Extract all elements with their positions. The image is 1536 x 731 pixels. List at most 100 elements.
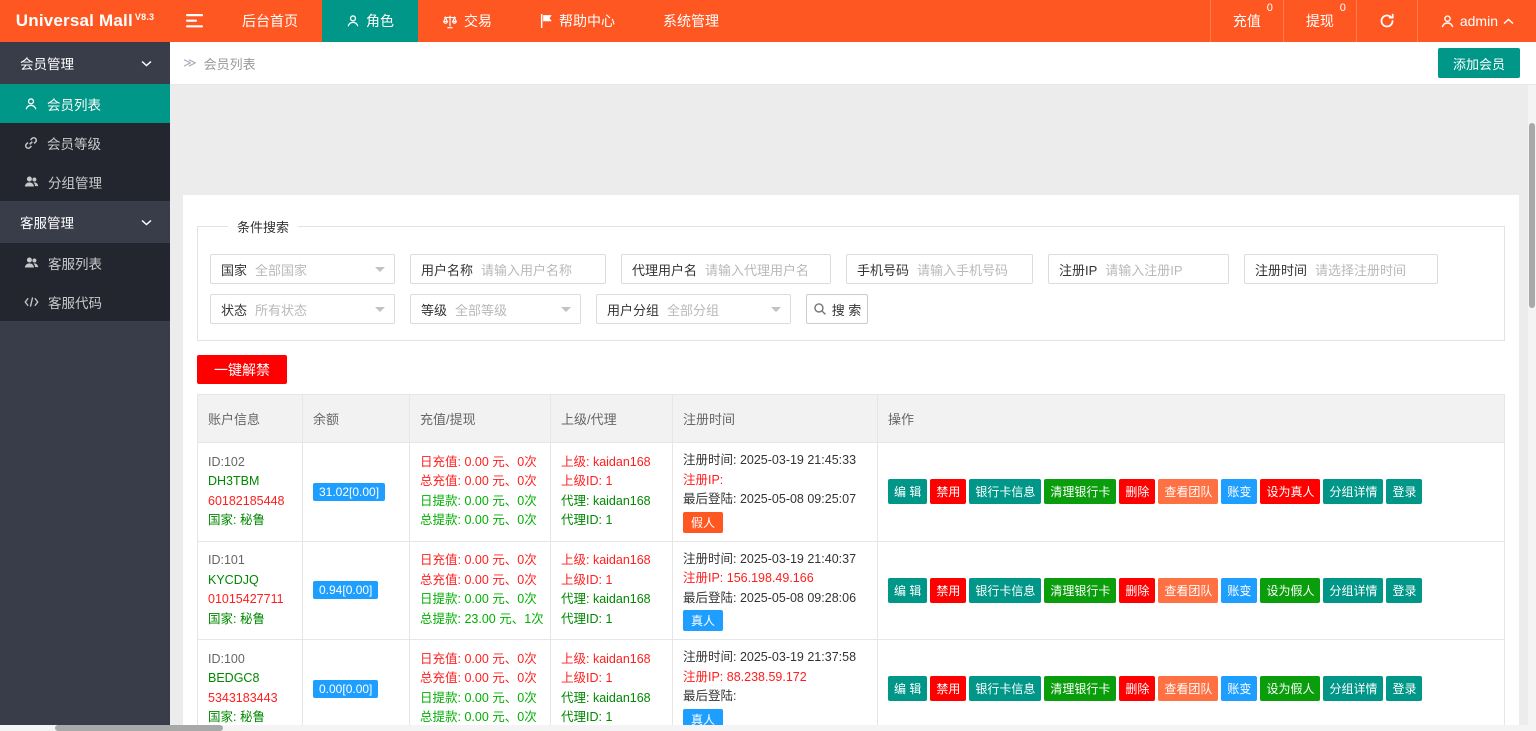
horizontal-scrollbar[interactable] [0, 725, 1536, 731]
user-menu[interactable]: admin [1417, 0, 1536, 42]
bank-info-button[interactable]: 银行卡信息 [969, 479, 1041, 504]
set-fake-button[interactable]: 设为假人 [1260, 578, 1320, 603]
group-detail-button[interactable]: 分组详情 [1323, 578, 1383, 603]
bank-info-button[interactable]: 银行卡信息 [969, 676, 1041, 701]
delete-button[interactable]: 删除 [1119, 676, 1155, 701]
sidebar-item-客服列表[interactable]: 客服列表 [0, 243, 170, 282]
app-logo[interactable]: Universal Mall V8.3 [0, 0, 170, 42]
clear-bank-button[interactable]: 清理银行卡 [1044, 676, 1116, 701]
sidebar-item-label: 会员等级 [47, 133, 101, 153]
search-icon [813, 302, 827, 316]
group-detail-button[interactable]: 分组详情 [1323, 676, 1383, 701]
sidebar-group-2[interactable]: 客服管理 [0, 201, 170, 243]
search-field-label: 等级 [411, 300, 455, 319]
app-window: Universal Mall V8.3 后台首页角色交易帮助中心 系统管理 充值 … [0, 0, 1536, 731]
horizontal-scrollbar-thumb[interactable] [55, 725, 223, 731]
sidebar-group-label: 会员管理 [20, 53, 74, 73]
flag-icon [540, 14, 553, 28]
sidebar: 会员管理会员列表会员等级分组管理客服管理客服列表客服代码 [0, 42, 170, 731]
column-header: 余额 [303, 395, 410, 443]
parent-line: 上级: kaidan168 [561, 650, 662, 670]
member-id: ID:101 [208, 551, 292, 571]
edit-button[interactable]: 编 辑 [888, 479, 927, 504]
sidebar-collapse-button[interactable] [170, 0, 218, 42]
withdraw-link[interactable]: 提现 0 [1283, 0, 1356, 42]
nav-item-label: 系统管理 [663, 11, 719, 31]
sidebar-item-客服代码[interactable]: 客服代码 [0, 282, 170, 321]
recharge-line: 日充值: 0.00 元、0次 [420, 453, 540, 473]
search-field-label: 注册IP [1049, 260, 1105, 279]
set-real-button[interactable]: 设为真人 [1260, 479, 1320, 504]
clear-bank-button[interactable]: 清理银行卡 [1044, 578, 1116, 603]
nav-item-5[interactable]: 系统管理 [639, 0, 743, 42]
vertical-scrollbar[interactable] [1528, 85, 1536, 725]
recharge-label: 充值 [1233, 11, 1261, 31]
search-input-注册时间[interactable]: 请选择注册时间 [1315, 255, 1437, 283]
nav-item-3[interactable]: 交易 [418, 0, 516, 42]
view-team-button[interactable]: 查看团队 [1158, 479, 1218, 504]
delete-button[interactable]: 删除 [1119, 479, 1155, 504]
users-icon [24, 256, 39, 269]
clear-bank-button[interactable]: 清理银行卡 [1044, 479, 1116, 504]
member-username: DH3TBM [208, 472, 292, 492]
nav-item-1[interactable]: 后台首页 [218, 0, 322, 42]
search-select-国家[interactable]: 全部国家 [255, 255, 394, 283]
real-person-badge: 真人 [683, 610, 723, 631]
disable-button[interactable]: 禁用 [930, 676, 966, 701]
account-change-button[interactable]: 账变 [1221, 479, 1257, 504]
bank-info-button[interactable]: 银行卡信息 [969, 578, 1041, 603]
login-button[interactable]: 登录 [1386, 578, 1422, 603]
edit-button[interactable]: 编 辑 [888, 676, 927, 701]
search-field-label: 用户分组 [597, 300, 667, 319]
search-select-等级[interactable]: 全部等级 [455, 295, 580, 323]
unban-all-button[interactable]: 一键解禁 [197, 355, 287, 384]
view-team-button[interactable]: 查看团队 [1158, 578, 1218, 603]
search-input-代理用户名[interactable]: 请输入代理用户名 [705, 255, 830, 283]
refresh-icon [1379, 13, 1395, 29]
nav-item-4[interactable]: 帮助中心 [516, 0, 639, 42]
vertical-scrollbar-thumb[interactable] [1529, 123, 1535, 308]
search-select-用户分组[interactable]: 全部分组 [667, 295, 790, 323]
disable-button[interactable]: 禁用 [930, 578, 966, 603]
sidebar-item-会员等级[interactable]: 会员等级 [0, 123, 170, 162]
search-select-状态[interactable]: 所有状态 [255, 295, 394, 323]
parent-line: 上级: kaidan168 [561, 453, 662, 473]
search-button[interactable]: 搜 索 [806, 294, 868, 324]
disable-button[interactable]: 禁用 [930, 479, 966, 504]
sidebar-item-分组管理[interactable]: 分组管理 [0, 162, 170, 201]
nav-item-2[interactable]: 角色 [322, 0, 418, 42]
group-detail-button[interactable]: 分组详情 [1323, 479, 1383, 504]
search-field-label: 手机号码 [847, 260, 917, 279]
login-button[interactable]: 登录 [1386, 479, 1422, 504]
sidebar-item-label: 分组管理 [48, 172, 102, 192]
search-input-用户名称[interactable]: 请输入用户名称 [481, 255, 605, 283]
recharge-link[interactable]: 充值 0 [1210, 0, 1283, 42]
set-fake-button[interactable]: 设为假人 [1260, 676, 1320, 701]
member-number: 60182185448 [208, 492, 292, 512]
search-field-label: 代理用户名 [622, 260, 705, 279]
recharge-line: 总充值: 0.00 元、0次 [420, 571, 540, 591]
account-change-button[interactable]: 账变 [1221, 578, 1257, 603]
agent-line: 代理: kaidan168 [561, 492, 662, 512]
view-team-button[interactable]: 查看团队 [1158, 676, 1218, 701]
caret-down-icon [561, 307, 571, 317]
edit-button[interactable]: 编 辑 [888, 578, 927, 603]
recharge-withdraw-cell: 日充值: 0.00 元、0次总充值: 0.00 元、0次日提款: 0.00 元、… [410, 541, 551, 640]
login-button[interactable]: 登录 [1386, 676, 1422, 701]
parent-line: 上级ID: 1 [561, 669, 662, 689]
sidebar-group-1[interactable]: 会员管理 [0, 42, 170, 84]
search-input-注册IP[interactable]: 请输入注册IP [1105, 255, 1228, 283]
withdraw-line: 总提款: 0.00 元、0次 [420, 511, 540, 531]
refresh-button[interactable] [1356, 0, 1417, 42]
delete-button[interactable]: 删除 [1119, 578, 1155, 603]
add-member-button[interactable]: 添加会员 [1438, 48, 1520, 78]
chevron-down-icon [141, 219, 152, 226]
search-field-手机号码: 手机号码请输入手机号码 [846, 254, 1033, 284]
sidebar-item-会员列表[interactable]: 会员列表 [0, 84, 170, 123]
withdraw-line: 日提款: 0.00 元、0次 [420, 492, 540, 512]
parent-agent-cell: 上级: kaidan168上级ID: 1代理: kaidan168代理ID: 1 [551, 640, 673, 731]
search-input-手机号码[interactable]: 请输入手机号码 [917, 255, 1032, 283]
balance-badge: 31.02[0.00] [313, 483, 385, 501]
search-field-label: 状态 [211, 300, 255, 319]
account-change-button[interactable]: 账变 [1221, 676, 1257, 701]
